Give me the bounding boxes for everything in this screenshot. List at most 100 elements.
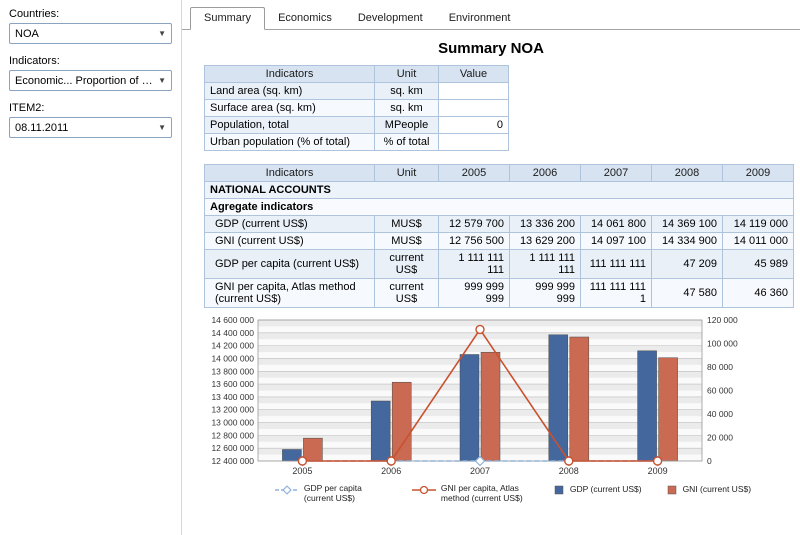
- indicator-cell: GDP (current US$): [205, 216, 375, 233]
- svg-text:12 400 000: 12 400 000: [211, 456, 254, 466]
- value-cell: 0: [439, 117, 509, 134]
- chevron-down-icon: ▼: [158, 123, 166, 132]
- svg-text:100 000: 100 000: [707, 339, 738, 349]
- svg-text:13 600 000: 13 600 000: [211, 379, 254, 389]
- unit-cell: sq. km: [375, 83, 439, 100]
- unit-cell: MPeople: [375, 117, 439, 134]
- legend-item-gdp: GDP (current US$): [549, 484, 642, 495]
- table-row: GDP per capita (current US$) current US$…: [205, 250, 794, 279]
- unit-cell: % of total: [375, 134, 439, 151]
- value-cell: 1 111 111 111: [439, 250, 510, 279]
- countries-select[interactable]: NOA ▼: [9, 23, 172, 44]
- value-cell: [439, 83, 509, 100]
- indicator-cell: GNI (current US$): [205, 233, 375, 250]
- tab-summary[interactable]: Summary: [190, 7, 265, 30]
- tab-environment[interactable]: Environment: [436, 8, 524, 29]
- countries-selected-value: NOA: [15, 28, 39, 40]
- svg-text:14 200 000: 14 200 000: [211, 341, 254, 351]
- value-cell: 14 369 100: [652, 216, 723, 233]
- value-cell: 46 360: [723, 279, 794, 308]
- col-2006: 2006: [510, 165, 581, 182]
- unit-cell: current US$: [375, 279, 439, 308]
- red-square-marker-icon: [662, 485, 680, 495]
- value-cell: 111 111 111 1: [581, 279, 652, 308]
- table-row: Surface area (sq. km) sq. km: [205, 100, 509, 117]
- item2-label: ITEM2:: [9, 102, 172, 114]
- value-cell: 13 336 200: [510, 216, 581, 233]
- svg-text:2007: 2007: [470, 466, 490, 476]
- countries-label: Countries:: [9, 8, 172, 20]
- value-cell: 111 111 111: [581, 250, 652, 279]
- tab-bar: Summary Economics Development Environmen…: [182, 5, 800, 30]
- table-row: Land area (sq. km) sq. km: [205, 83, 509, 100]
- col-2007: 2007: [581, 165, 652, 182]
- svg-text:0: 0: [707, 456, 712, 466]
- indicator-cell: Population, total: [205, 117, 375, 134]
- indicator-cell: GDP per capita (current US$): [205, 250, 375, 279]
- indicator-cell: Surface area (sq. km): [205, 100, 375, 117]
- summary-table-header: Indicators Unit Value: [205, 66, 509, 83]
- col-value: Value: [439, 66, 509, 83]
- value-cell: 1 111 111 111: [510, 250, 581, 279]
- unit-cell: current US$: [375, 250, 439, 279]
- legend-item-gdp-per-capita: GDP per capita (current US$): [275, 484, 392, 504]
- tab-economics[interactable]: Economics: [265, 8, 345, 29]
- app-window: Countries: NOA ▼ Indicators: Economic...…: [0, 0, 800, 535]
- chart-legend: GDP per capita (current US$) GNI per cap…: [226, 484, 800, 504]
- value-cell: 999 999 999: [510, 279, 581, 308]
- svg-text:2009: 2009: [648, 466, 668, 476]
- accounts-table: Indicators Unit 2005 2006 2007 2008 2009…: [204, 164, 794, 308]
- table-row: GNI (current US$) MUS$ 12 756 500 13 629…: [205, 233, 794, 250]
- legend-label: GNI (current US$): [683, 485, 752, 495]
- unit-cell: MUS$: [375, 216, 439, 233]
- svg-text:12 800 000: 12 800 000: [211, 430, 254, 440]
- value-cell: 14 334 900: [652, 233, 723, 250]
- value-cell: 45 989: [723, 250, 794, 279]
- main-content: Summary Economics Development Environmen…: [182, 0, 800, 535]
- svg-text:14 600 000: 14 600 000: [211, 315, 254, 325]
- legend-item-gni-per-capita: GNI per capita, Atlas method (current US…: [412, 484, 529, 504]
- col-2008: 2008: [652, 165, 723, 182]
- filters-sidebar: Countries: NOA ▼ Indicators: Economic...…: [0, 0, 182, 535]
- svg-text:14 000 000: 14 000 000: [211, 353, 254, 363]
- value-cell: 14 097 100: [581, 233, 652, 250]
- section-row-national-accounts: NATIONAL ACCOUNTS: [205, 182, 794, 199]
- value-cell: 13 629 200: [510, 233, 581, 250]
- legend-label: GDP (current US$): [570, 485, 642, 495]
- page-title: Summary NOA: [182, 40, 800, 57]
- indicators-label: Indicators:: [9, 55, 172, 67]
- svg-text:13 800 000: 13 800 000: [211, 366, 254, 376]
- chart-area: 12 400 00012 600 00012 800 00013 000 000…: [196, 314, 800, 504]
- summary-chart: 12 400 00012 600 00012 800 00013 000 000…: [196, 314, 756, 478]
- value-cell: 14 119 000: [723, 216, 794, 233]
- svg-text:13 000 000: 13 000 000: [211, 418, 254, 428]
- svg-text:2008: 2008: [559, 466, 579, 476]
- value-cell: 14 011 000: [723, 233, 794, 250]
- svg-text:80 000: 80 000: [707, 362, 733, 372]
- value-cell: [439, 134, 509, 151]
- col-unit: Unit: [375, 165, 439, 182]
- unit-cell: MUS$: [375, 233, 439, 250]
- col-indicators: Indicators: [205, 165, 375, 182]
- item2-select[interactable]: 08.11.2011 ▼: [9, 117, 172, 138]
- svg-text:14 400 000: 14 400 000: [211, 328, 254, 338]
- value-cell: 12 756 500: [439, 233, 510, 250]
- svg-text:20 000: 20 000: [707, 433, 733, 443]
- svg-text:13 200 000: 13 200 000: [211, 405, 254, 415]
- svg-text:2006: 2006: [381, 466, 401, 476]
- unit-cell: sq. km: [375, 100, 439, 117]
- table-row: Urban population (% of total) % of total: [205, 134, 509, 151]
- table-row: Population, total MPeople 0: [205, 117, 509, 134]
- section-label: Agregate indicators: [205, 199, 794, 216]
- table-row: GNI per capita, Atlas method (current US…: [205, 279, 794, 308]
- tab-development[interactable]: Development: [345, 8, 436, 29]
- indicator-cell: GNI per capita, Atlas method (current US…: [205, 279, 375, 308]
- item2-selected-value: 08.11.2011: [15, 122, 68, 134]
- col-2009: 2009: [723, 165, 794, 182]
- table-row: GDP (current US$) MUS$ 12 579 700 13 336…: [205, 216, 794, 233]
- indicators-selected-value: Economic... Proportion of seat... (1374): [15, 75, 154, 87]
- line-diamond-marker-icon: [275, 485, 301, 495]
- indicators-select[interactable]: Economic... Proportion of seat... (1374)…: [9, 70, 172, 91]
- section-row-agregate-indicators: Agregate indicators: [205, 199, 794, 216]
- svg-text:2005: 2005: [292, 466, 312, 476]
